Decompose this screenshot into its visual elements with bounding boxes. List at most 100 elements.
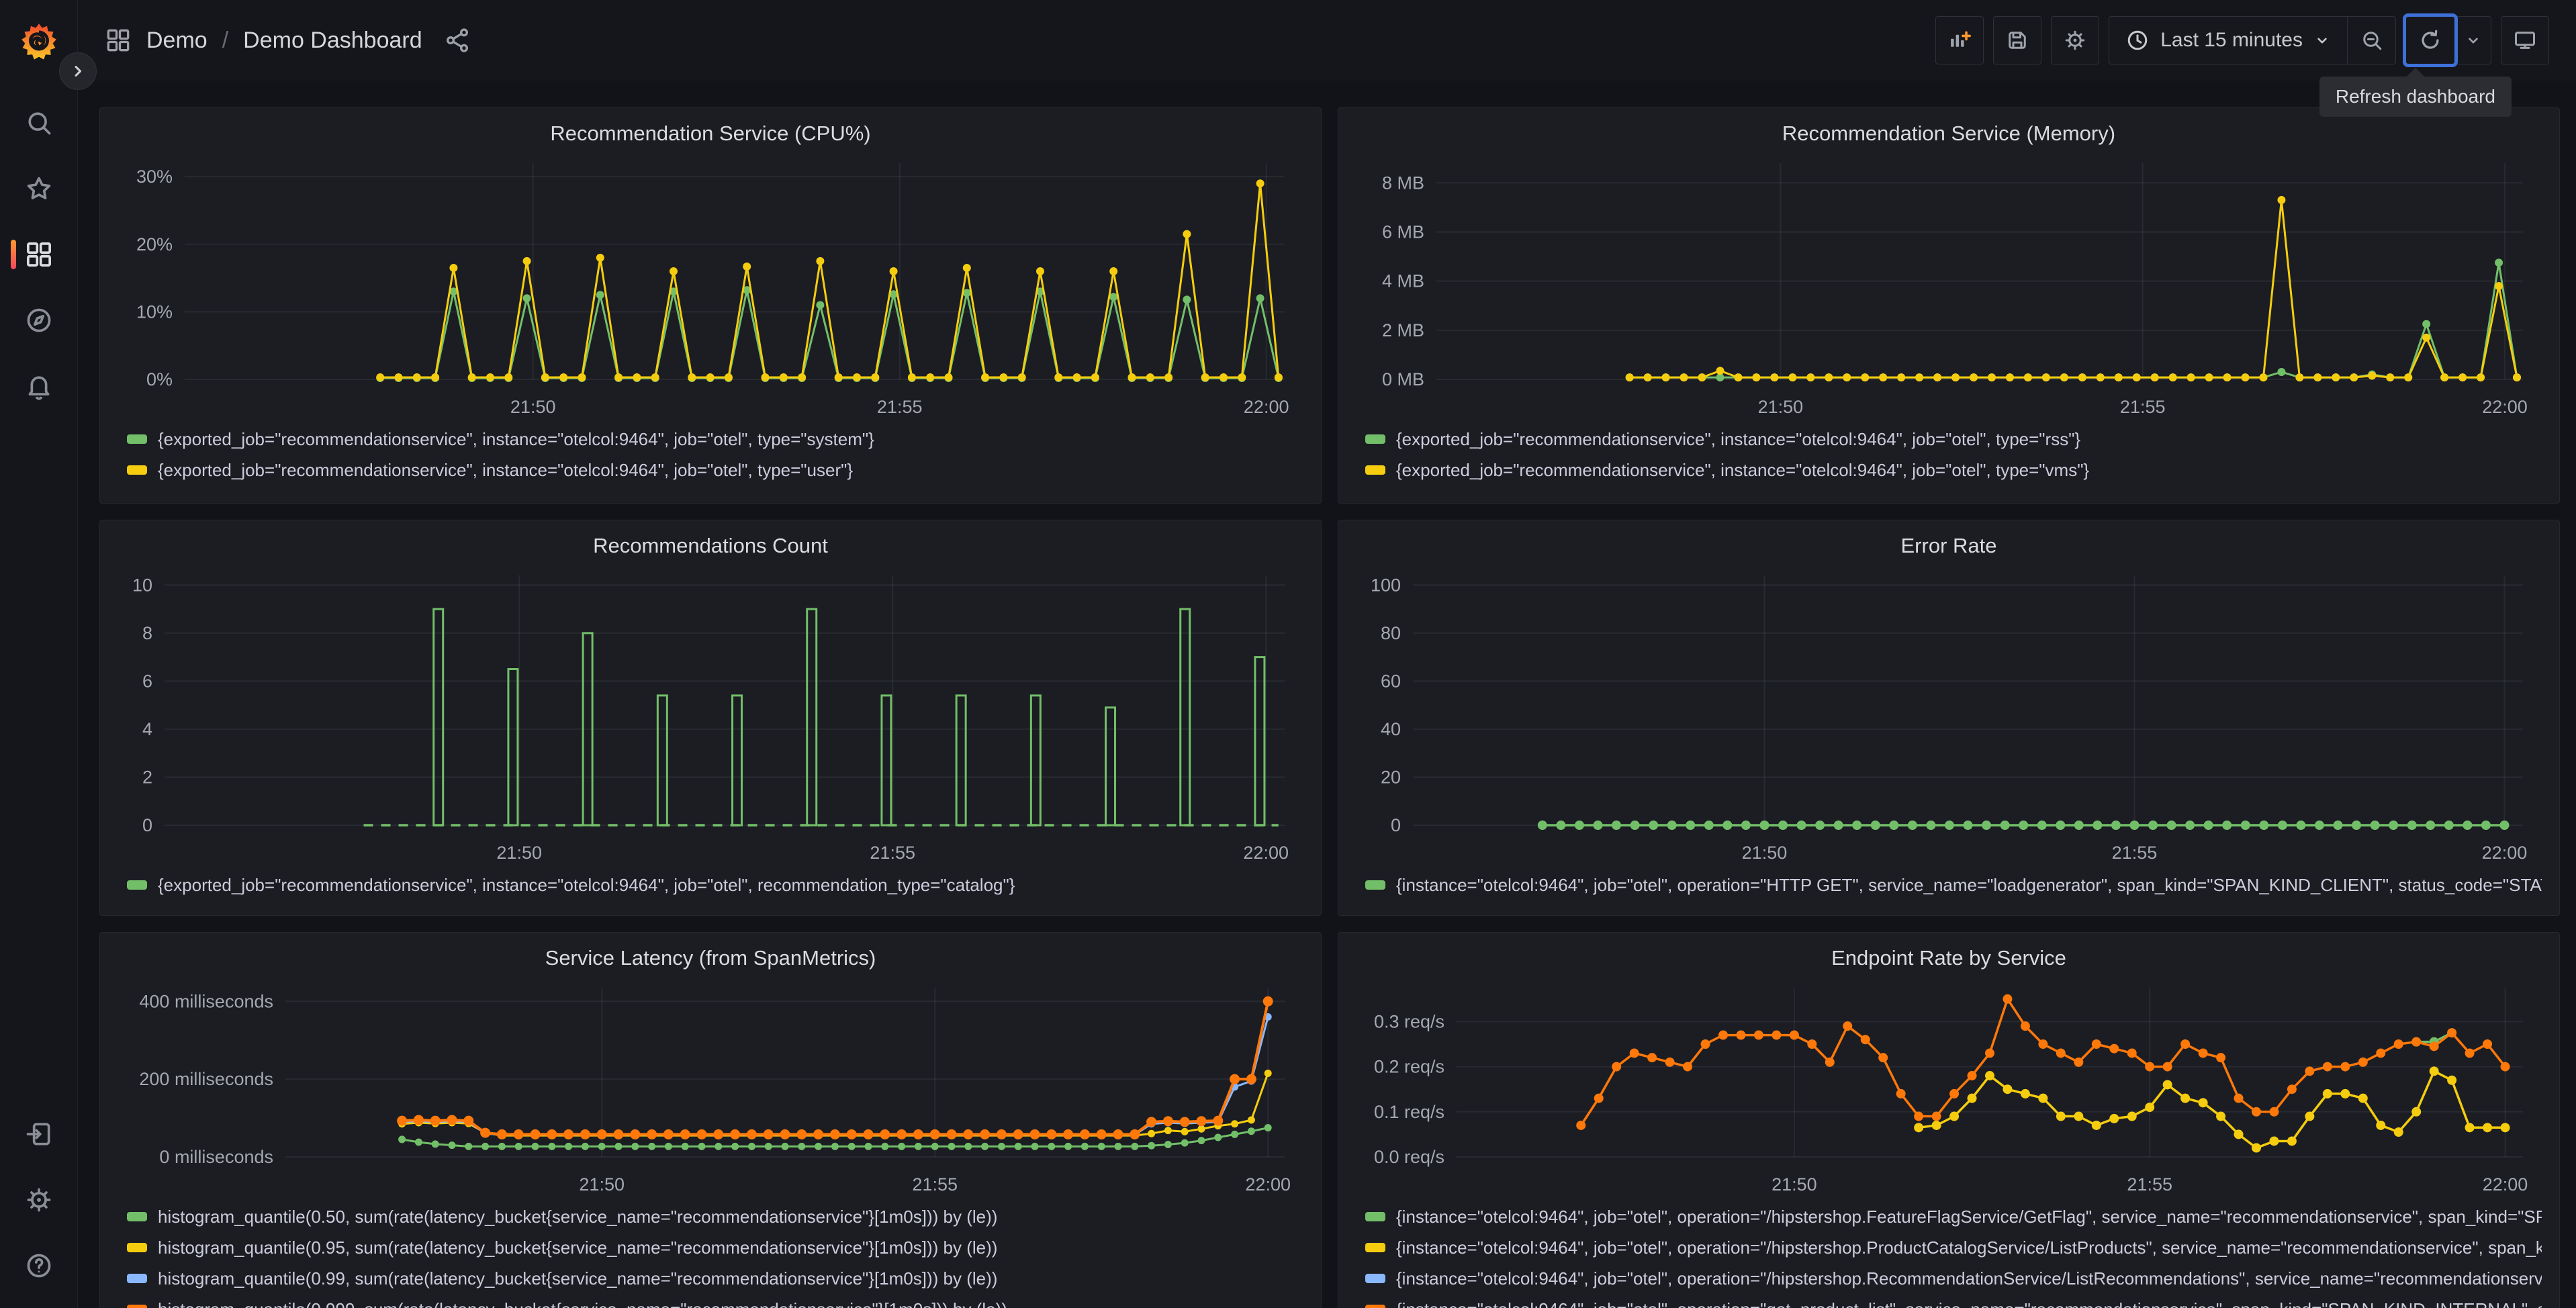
series-color-swatch [127, 1274, 147, 1283]
series-color-swatch [1365, 465, 1385, 475]
series-label: {instance="otelcol:9464", job="otel", op… [1396, 1206, 2542, 1227]
legend-item[interactable]: {exported_job="recommendationservice", i… [118, 424, 1303, 455]
legend-item[interactable]: {exported_job="recommendationservice", i… [1356, 455, 2542, 485]
svg-text:40: 40 [1381, 719, 1401, 739]
legend: histogram_quantile(0.50, sum(rate(latenc… [118, 1201, 1303, 1308]
zoom-out-time-button[interactable] [2347, 17, 2395, 64]
svg-text:22:00: 22:00 [1244, 397, 1289, 417]
sidebar-item-search[interactable] [0, 107, 78, 138]
legend: {instance="otelcol:9464", job="otel", op… [1356, 870, 2542, 900]
refresh-dashboard-button[interactable] [2403, 13, 2458, 67]
panel-title[interactable]: Endpoint Rate by Service [1356, 939, 2542, 977]
share-icon[interactable] [444, 27, 471, 54]
panel-service-latency: Service Latency (from SpanMetrics) 0 mil… [99, 932, 1322, 1308]
time-controls: Last 15 minutes [2109, 16, 2396, 64]
series-color-swatch [127, 1243, 147, 1252]
legend: {exported_job="recommendationservice", i… [1356, 424, 2542, 485]
legend-item[interactable]: histogram_quantile(0.95, sum(rate(latenc… [118, 1232, 1303, 1263]
svg-text:0.2 req/s: 0.2 req/s [1374, 1057, 1444, 1077]
sidebar-item-explore[interactable] [0, 305, 78, 336]
series-color-swatch [127, 434, 147, 444]
panel-title[interactable]: Recommendations Count [118, 527, 1303, 565]
dashboards-grid-icon [24, 240, 54, 269]
svg-text:21:50: 21:50 [496, 843, 542, 863]
legend-item[interactable]: {exported_job="recommendationservice", i… [1356, 424, 2542, 455]
svg-text:100: 100 [1371, 575, 1401, 595]
legend-item[interactable]: {instance="otelcol:9464", job="otel", op… [1356, 1201, 2542, 1232]
legend-item[interactable]: histogram_quantile(0.50, sum(rate(latenc… [118, 1201, 1303, 1232]
series-label: {exported_job="recommendationservice", i… [158, 459, 854, 480]
sidebar-item-starred[interactable] [0, 173, 78, 204]
svg-text:4 MB: 4 MB [1382, 271, 1424, 291]
breadcrumb-section[interactable]: Demo [146, 28, 208, 54]
svg-text:10%: 10% [136, 301, 173, 322]
refresh-interval-dropdown[interactable] [2454, 17, 2491, 64]
svg-text:22:00: 22:00 [2482, 843, 2528, 863]
series-label: histogram_quantile(0.99, sum(rate(latenc… [158, 1268, 998, 1289]
legend-item[interactable]: {exported_job="recommendationservice", i… [118, 870, 1303, 900]
sign-in-icon [24, 1119, 54, 1149]
series-label: {exported_job="recommendationservice", i… [1396, 428, 2081, 449]
series-color-swatch [1365, 1243, 1385, 1252]
breadcrumb-page[interactable]: Demo Dashboard [243, 28, 422, 54]
series-color-swatch [1365, 1212, 1385, 1221]
monitor-icon [2513, 28, 2537, 52]
time-series-chart[interactable]: 0 20 40 60 80 100 21:50 21:55 22:00 [1356, 565, 2542, 867]
time-series-chart[interactable]: 0% 10% 20% 30% 21:50 21:55 22:00 [118, 152, 1303, 421]
legend-item[interactable]: {exported_job="recommendationservice", i… [118, 455, 1303, 485]
panel-recommendation-memory: Recommendation Service (Memory) 0 MB 2 MB… [1338, 107, 2560, 504]
svg-text:22:00: 22:00 [2482, 397, 2528, 417]
refresh-icon [2418, 28, 2442, 52]
chevron-down-icon [2313, 32, 2331, 49]
sidebar-item-help[interactable] [0, 1250, 78, 1281]
svg-text:0.0 req/s: 0.0 req/s [1374, 1147, 1444, 1167]
panel-title[interactable]: Service Latency (from SpanMetrics) [118, 939, 1303, 977]
time-range-picker[interactable]: Last 15 minutes [2109, 17, 2347, 64]
legend-item[interactable]: {instance="otelcol:9464", job="otel", op… [1356, 1294, 2542, 1308]
legend-item[interactable]: histogram_quantile(0.999, sum(rate(laten… [118, 1294, 1303, 1308]
dashboard-settings-button[interactable] [2051, 16, 2100, 64]
grafana-logo[interactable] [17, 19, 61, 63]
zoom-out-icon [2360, 28, 2384, 52]
kiosk-mode-button[interactable] [2501, 16, 2549, 64]
legend-item[interactable]: {instance="otelcol:9464", job="otel", op… [1356, 1263, 2542, 1294]
svg-text:30%: 30% [136, 167, 173, 187]
svg-text:22:00: 22:00 [2483, 1174, 2528, 1195]
panel-recommendations-count: Recommendations Count 0 2 4 6 8 10 21:50 21:55 2… [99, 520, 1322, 916]
add-panel-button[interactable] [1935, 16, 1984, 64]
svg-text:0: 0 [1391, 815, 1401, 835]
svg-text:4: 4 [142, 719, 152, 739]
panel-title[interactable]: Recommendation Service (CPU%) [118, 115, 1303, 152]
svg-text:21:55: 21:55 [870, 843, 915, 863]
svg-text:8: 8 [142, 623, 152, 643]
series-color-swatch [127, 880, 147, 890]
breadcrumb: Demo / Demo Dashboard [105, 27, 471, 54]
legend-item[interactable]: histogram_quantile(0.99, sum(rate(latenc… [118, 1263, 1303, 1294]
panel-title[interactable]: Error Rate [1356, 527, 2542, 565]
series-label: {exported_job="recommendationservice", i… [1396, 459, 2090, 480]
time-series-chart[interactable]: 0 milliseconds 200 milliseconds 400 millis… [118, 977, 1303, 1199]
sidebar-item-sign-in[interactable] [0, 1119, 78, 1150]
svg-text:22:00: 22:00 [1243, 843, 1289, 863]
time-series-chart[interactable]: 0.0 req/s 0.1 req/s 0.2 req/s 0.3 req/s 21:5… [1356, 977, 2542, 1199]
series-label: {instance="otelcol:9464", job="otel", op… [1396, 1299, 2542, 1308]
legend: {exported_job="recommendationservice", i… [118, 870, 1303, 900]
svg-text:21:50: 21:50 [1742, 843, 1788, 863]
time-series-chart[interactable]: 0 MB 2 MB 4 MB 6 MB 8 MB 21:50 21:55 22:00 [1356, 152, 2542, 421]
sidebar-item-dashboards[interactable] [0, 239, 78, 270]
series-color-swatch [1365, 434, 1385, 444]
svg-text:80: 80 [1381, 623, 1401, 643]
legend-item[interactable]: {instance="otelcol:9464", job="otel", op… [1356, 1232, 2542, 1263]
series-color-swatch [1365, 1305, 1385, 1308]
sidebar-item-settings[interactable] [0, 1184, 78, 1215]
compass-icon [24, 306, 54, 335]
dashboard-grid: Recommendation Service (CPU%) 0% 10% 20% 30… [99, 107, 2560, 1308]
sidebar-item-alerting[interactable] [0, 371, 78, 402]
svg-text:0 milliseconds: 0 milliseconds [159, 1147, 273, 1167]
sidebar-expand-button[interactable] [59, 52, 97, 90]
save-dashboard-button[interactable] [1993, 16, 2042, 64]
panel-title[interactable]: Recommendation Service (Memory) [1356, 115, 2542, 152]
legend-item[interactable]: {instance="otelcol:9464", job="otel", op… [1356, 870, 2542, 900]
time-series-chart[interactable]: 0 2 4 6 8 10 21:50 21:55 22:00 [118, 565, 1303, 867]
svg-text:20: 20 [1381, 767, 1401, 787]
